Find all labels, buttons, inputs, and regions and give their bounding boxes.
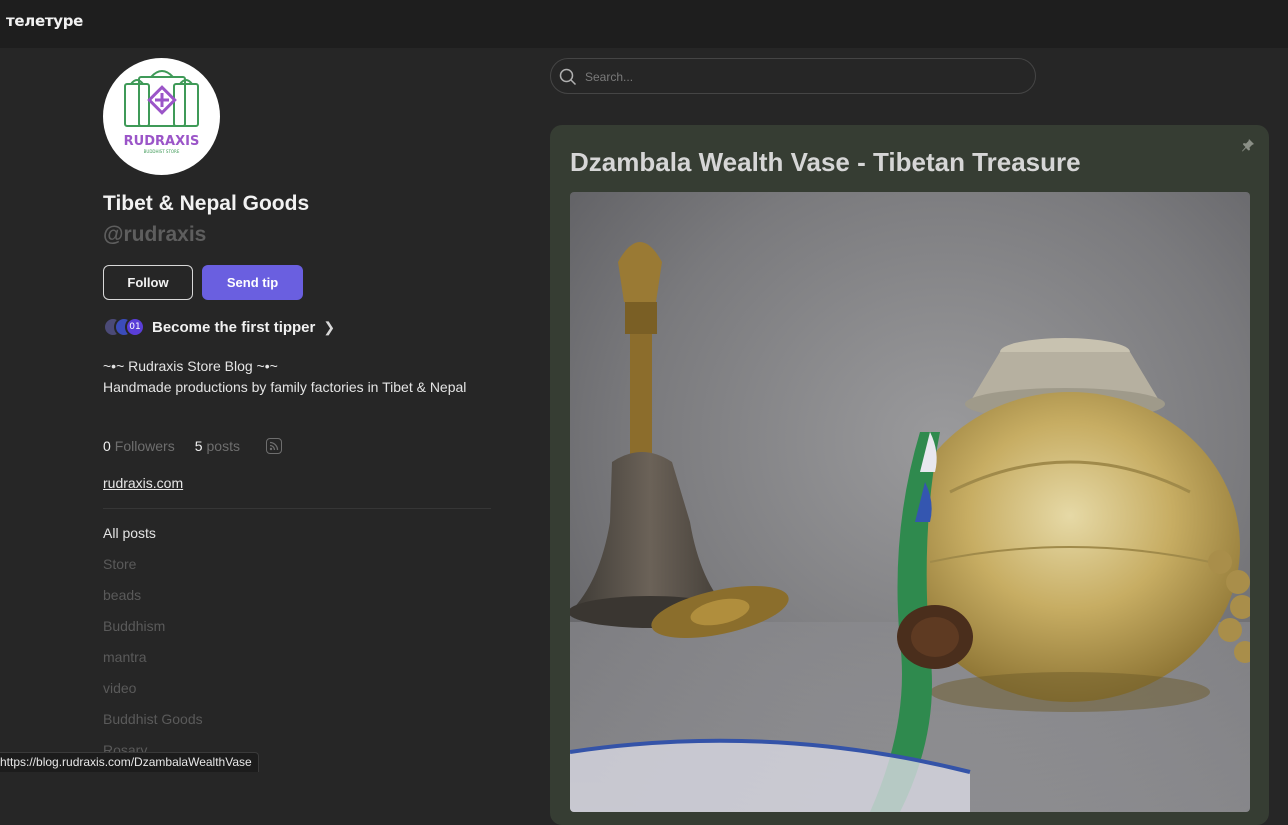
- tag-item-store[interactable]: Store: [103, 556, 203, 587]
- sidebar-divider: [103, 508, 491, 509]
- top-bar: тeлeтype: [0, 0, 1288, 48]
- blog-handle: @rudraxis: [103, 223, 207, 246]
- tag-item-mantra[interactable]: mantra: [103, 649, 203, 680]
- followers-label[interactable]: Followers: [115, 438, 175, 454]
- post-cover-image[interactable]: [570, 192, 1250, 812]
- search-icon: [559, 68, 577, 86]
- followers-count: 0: [103, 438, 111, 454]
- svg-text:BUDDHIST STORE: BUDDHIST STORE: [144, 149, 180, 154]
- post-card[interactable]: Dzambala Wealth Vase - Tibetan Treasure: [550, 125, 1269, 825]
- svg-text:RUDRAXIS: RUDRAXIS: [124, 134, 200, 149]
- chevron-right-icon: ❯: [323, 318, 336, 335]
- tag-item-beads[interactable]: beads: [103, 587, 203, 618]
- become-first-tipper-link[interactable]: 01 Become the first tipper ❯: [103, 316, 335, 338]
- tag-item-all-posts[interactable]: All posts: [103, 525, 203, 556]
- website-link[interactable]: rudraxis.com: [103, 475, 183, 491]
- posts-label: posts: [206, 438, 240, 454]
- rss-icon[interactable]: [265, 438, 282, 454]
- follow-button[interactable]: Follow: [103, 265, 193, 300]
- tag-list: All posts Store beads Buddhism mantra vi…: [103, 525, 203, 773]
- send-tip-button[interactable]: Send tip: [202, 265, 303, 300]
- description-line: ~•~ Rudraxis Store Blog ~•~: [103, 358, 278, 374]
- tag-item-buddhism[interactable]: Buddhism: [103, 618, 203, 649]
- tag-item-video[interactable]: video: [103, 680, 203, 711]
- blog-avatar[interactable]: RUDRAXIS BUDDHIST STORE: [103, 58, 220, 175]
- post-title[interactable]: Dzambala Wealth Vase - Tibetan Treasure: [570, 147, 1081, 178]
- browser-status-bar: https://blog.rudraxis.com/DzambalaWealth…: [0, 752, 259, 772]
- search-input[interactable]: [583, 59, 1027, 95]
- teletype-logo[interactable]: тeлeтype: [6, 12, 83, 30]
- blog-description: ~•~ Rudraxis Store Blog ~•~ Handmade pro…: [103, 356, 483, 398]
- tipper-text: Become the first tipper: [152, 318, 316, 336]
- blog-stats: 0 Followers 5 posts: [103, 438, 282, 454]
- search-bar[interactable]: [550, 58, 1036, 95]
- blog-name: Tibet & Nepal Goods: [103, 192, 310, 215]
- description-line: Handmade productions by family factories…: [103, 379, 467, 395]
- tag-item-buddhist-goods[interactable]: Buddhist Goods: [103, 711, 203, 742]
- pin-icon: [1242, 139, 1254, 152]
- tipper-avatar-icon: 01: [125, 317, 145, 337]
- posts-count: 5: [194, 438, 203, 454]
